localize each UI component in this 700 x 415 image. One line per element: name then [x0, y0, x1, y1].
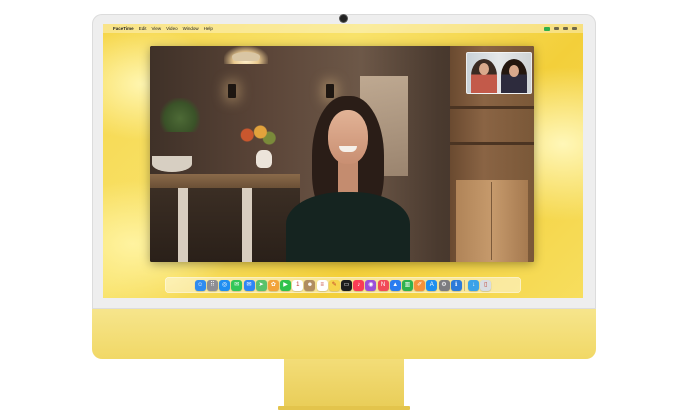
menu-item-video[interactable]: Video: [166, 26, 177, 31]
finder-icon[interactable]: ☺: [194, 279, 206, 291]
dock-separator: [464, 279, 466, 291]
shelf-board: [450, 142, 534, 145]
numbers-icon[interactable]: ▥: [401, 279, 413, 291]
caller-torso: [286, 192, 410, 262]
menu-bar-status-area: [544, 26, 577, 31]
wall-sconce-left: [228, 84, 236, 98]
cabinet: [456, 180, 528, 262]
facetime-window[interactable]: [150, 46, 534, 262]
menu-bar: FaceTime Edit View Video Window Help: [103, 24, 583, 33]
table-leg: [242, 188, 252, 262]
messages-icon[interactable]: ✉: [231, 279, 243, 291]
launchpad-icon[interactable]: ⠿: [206, 279, 218, 291]
caller-video: [272, 96, 422, 262]
menu-item-window[interactable]: Window: [183, 26, 199, 31]
maps-icon[interactable]: ➤: [255, 279, 267, 291]
pip-face-right: [509, 65, 519, 77]
news-icon[interactable]: N: [377, 279, 389, 291]
facetime-icon[interactable]: ▶: [280, 279, 292, 291]
vase: [256, 150, 272, 168]
pip-face-left: [479, 63, 489, 75]
bowl: [152, 156, 192, 172]
self-view-pip[interactable]: [466, 52, 532, 94]
clock-icon[interactable]: [572, 27, 577, 30]
camera-icon: [340, 15, 347, 22]
menu-item-view[interactable]: View: [151, 26, 161, 31]
accessibility-icon[interactable]: ℹ: [450, 279, 462, 291]
ceiling-lamp: [232, 52, 260, 61]
menu-app-name[interactable]: FaceTime: [113, 26, 134, 31]
keynote-icon[interactable]: ▲: [389, 279, 401, 291]
plant: [160, 98, 200, 132]
pages-icon[interactable]: ✐: [414, 279, 426, 291]
imac-stand: [284, 359, 404, 408]
photos-icon[interactable]: ✿: [267, 279, 279, 291]
desktop-screen: FaceTime Edit View Video Window Help ☺ ⠿…: [103, 24, 583, 298]
imac-chin: [92, 309, 596, 359]
mail-icon[interactable]: ✉: [243, 279, 255, 291]
dock: ☺ ⠿ ◎ ✉ ✉ ➤ ✿ ▶ 1 ☻ ≡ ✎ ▭ ♪ ◉ N ▲ ▥ ✐ A ⚙ ℹ ↓ ▯: [165, 277, 521, 293]
podcasts-icon[interactable]: ◉: [365, 279, 377, 291]
reminders-icon[interactable]: ≡: [316, 279, 328, 291]
app-store-icon[interactable]: A: [426, 279, 438, 291]
downloads-folder-icon[interactable]: ↓: [468, 279, 480, 291]
control-center-icon[interactable]: [563, 27, 568, 30]
cabinet-door-split: [491, 182, 492, 260]
music-icon[interactable]: ♪: [353, 279, 365, 291]
system-preferences-icon[interactable]: ⚙: [438, 279, 450, 291]
camera-in-use-icon[interactable]: [544, 26, 550, 31]
safari-icon[interactable]: ◎: [219, 279, 231, 291]
wifi-icon[interactable]: [554, 27, 559, 30]
tv-icon[interactable]: ▭: [341, 279, 352, 291]
menu-item-help[interactable]: Help: [204, 26, 213, 31]
menu-item-edit[interactable]: Edit: [139, 26, 147, 31]
table-leg: [178, 188, 188, 262]
calendar-icon[interactable]: 1: [292, 279, 304, 291]
trash-icon[interactable]: ▯: [480, 279, 492, 291]
shelf-board: [450, 106, 534, 109]
imac-stand-base: [278, 406, 410, 410]
notes-icon[interactable]: ✎: [328, 279, 340, 291]
contacts-icon[interactable]: ☻: [304, 279, 316, 291]
caller-face: [328, 110, 368, 164]
